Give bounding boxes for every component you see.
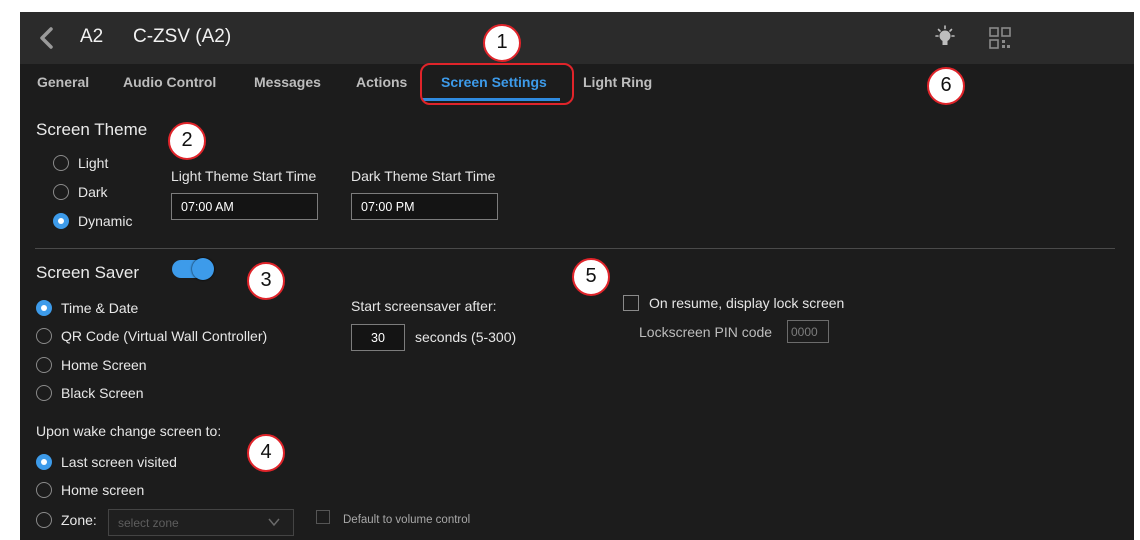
radio-label: Home screen bbox=[61, 482, 145, 498]
radio-label: Zone: bbox=[61, 512, 97, 528]
saver-home-screen-radio[interactable]: Home Screen bbox=[36, 357, 147, 373]
callout-2: 2 bbox=[168, 122, 206, 160]
tab-messages[interactable]: Messages bbox=[254, 74, 321, 90]
pin-code-input[interactable]: 0000 bbox=[787, 320, 829, 343]
radio-button[interactable] bbox=[36, 357, 52, 373]
wake-section-title: Upon wake change screen to: bbox=[36, 423, 222, 439]
callout-4: 4 bbox=[247, 434, 285, 472]
section-divider bbox=[35, 248, 1115, 249]
radio-label: Black Screen bbox=[61, 385, 144, 401]
light-theme-start-label: Light Theme Start Time bbox=[171, 168, 317, 184]
radio-button[interactable] bbox=[53, 213, 69, 229]
saver-qr-code-radio[interactable]: QR Code (Virtual Wall Controller) bbox=[36, 328, 267, 344]
saver-time-date-radio[interactable]: Time & Date bbox=[36, 300, 138, 316]
dark-theme-start-label: Dark Theme Start Time bbox=[351, 168, 496, 184]
chevron-down-icon bbox=[268, 518, 280, 527]
theme-dark-radio[interactable]: Dark bbox=[53, 184, 108, 200]
zone-select[interactable]: select zone bbox=[108, 509, 294, 536]
radio-button[interactable] bbox=[53, 155, 69, 171]
lightbulb-icon[interactable] bbox=[932, 25, 958, 51]
start-screensaver-label: Start screensaver after: bbox=[351, 298, 497, 314]
theme-dynamic-radio[interactable]: Dynamic bbox=[53, 213, 132, 229]
radio-button[interactable] bbox=[36, 454, 52, 470]
pin-code-label: Lockscreen PIN code bbox=[639, 324, 773, 340]
light-theme-start-input[interactable]: 07:00 AM bbox=[171, 193, 318, 220]
radio-label: Dark bbox=[78, 184, 108, 200]
device-code: A2 bbox=[80, 26, 104, 47]
radio-button[interactable] bbox=[36, 328, 52, 344]
app-window: A2 C-ZSV (A2) General Audio Control Mess… bbox=[20, 12, 1134, 540]
saver-black-screen-radio[interactable]: Black Screen bbox=[36, 385, 143, 401]
screen-theme-title: Screen Theme bbox=[36, 120, 148, 139]
callout-1: 1 bbox=[483, 24, 521, 62]
tab-light-ring[interactable]: Light Ring bbox=[583, 74, 652, 90]
radio-label: Home Screen bbox=[61, 357, 147, 373]
dark-theme-start-input[interactable]: 07:00 PM bbox=[351, 193, 498, 220]
radio-label: Light bbox=[78, 155, 109, 171]
top-bar: A2 C-ZSV (A2) bbox=[20, 12, 1134, 64]
radio-button[interactable] bbox=[36, 300, 52, 316]
lock-screen-label: On resume, display lock screen bbox=[649, 295, 845, 311]
callout-5: 5 bbox=[572, 258, 610, 296]
seconds-range-label: seconds (5-300) bbox=[415, 329, 517, 345]
screen-saver-title: Screen Saver bbox=[36, 263, 139, 282]
theme-light-radio[interactable]: Light bbox=[53, 155, 108, 171]
wake-last-screen-radio[interactable]: Last screen visited bbox=[36, 454, 177, 470]
lock-screen-checkbox[interactable] bbox=[623, 295, 639, 311]
radio-label: Time & Date bbox=[61, 300, 139, 316]
radio-button[interactable] bbox=[36, 385, 52, 401]
default-volume-label: Default to volume control bbox=[343, 514, 471, 526]
radio-label: QR Code (Virtual Wall Controller) bbox=[61, 328, 268, 344]
wake-zone-radio[interactable]: Zone: bbox=[36, 512, 97, 528]
tab-actions[interactable]: Actions bbox=[356, 74, 407, 90]
radio-button[interactable] bbox=[53, 184, 69, 200]
tab-audio-control[interactable]: Audio Control bbox=[123, 74, 216, 90]
screensaver-seconds-input[interactable]: 30 bbox=[351, 324, 405, 351]
radio-button[interactable] bbox=[36, 512, 52, 528]
radio-label: Dynamic bbox=[78, 213, 133, 229]
device-name: C-ZSV (A2) bbox=[133, 26, 232, 47]
callout-3: 3 bbox=[247, 262, 285, 300]
wake-home-screen-radio[interactable]: Home screen bbox=[36, 482, 144, 498]
radio-button[interactable] bbox=[36, 482, 52, 498]
callout-6: 6 bbox=[927, 67, 965, 105]
highlight-box bbox=[420, 63, 574, 105]
qr-code-icon[interactable] bbox=[988, 26, 1012, 50]
screen-saver-toggle[interactable] bbox=[172, 258, 214, 280]
zone-select-placeholder: select zone bbox=[118, 516, 179, 530]
tab-general[interactable]: General bbox=[37, 74, 89, 90]
radio-label: Last screen visited bbox=[61, 454, 177, 470]
back-chevron-icon[interactable] bbox=[36, 26, 58, 50]
default-volume-checkbox[interactable] bbox=[316, 510, 330, 524]
